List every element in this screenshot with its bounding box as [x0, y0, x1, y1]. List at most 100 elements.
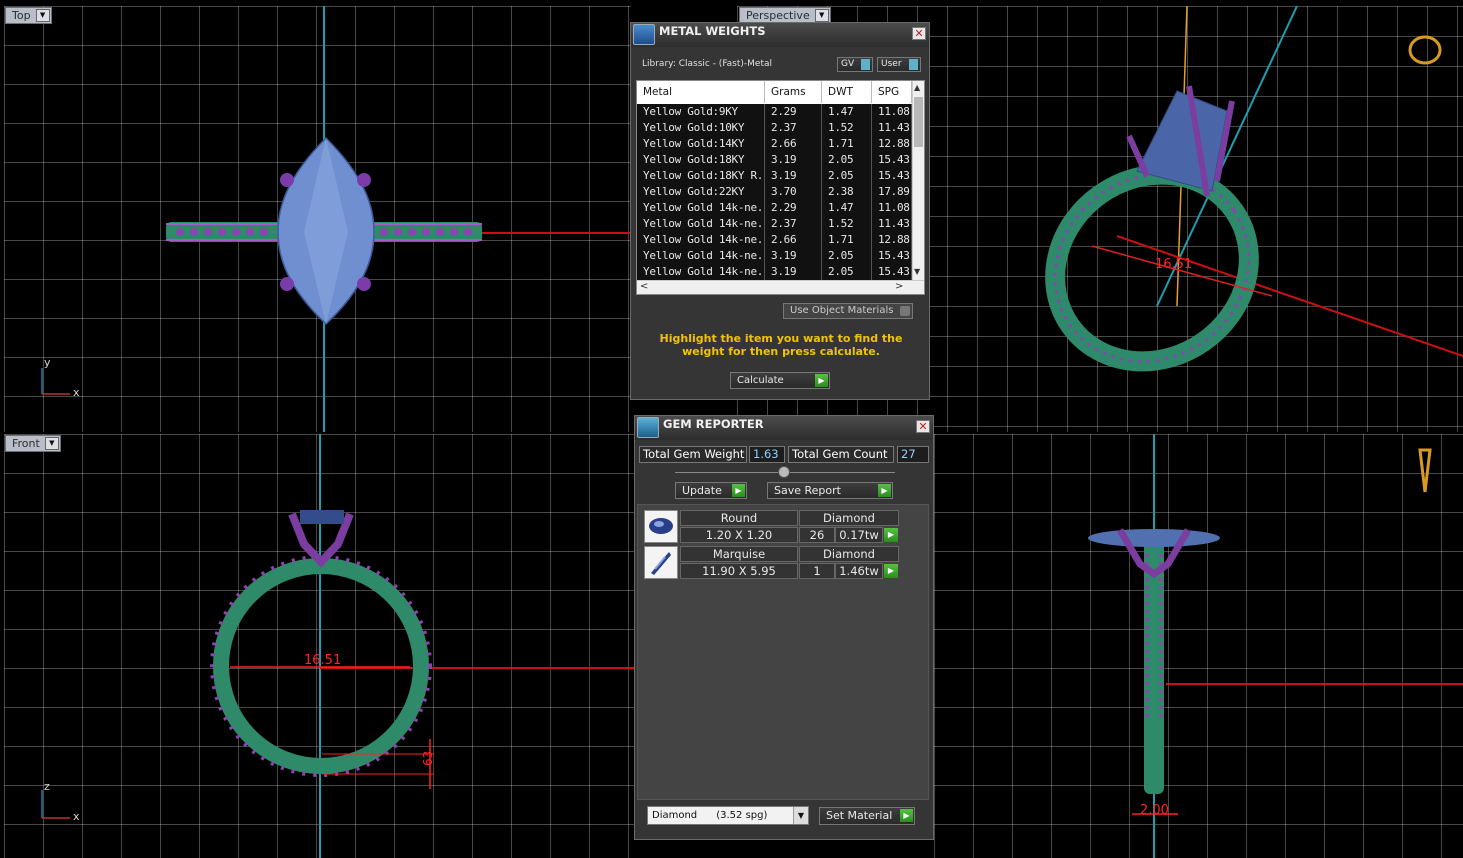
cell-spg: 11.43	[872, 120, 912, 136]
viewport-top[interactable]: y x Top ▼	[4, 6, 631, 432]
viewport-front[interactable]: 16.51 63 z x Front ▼	[4, 434, 634, 858]
right-view-model: 2.00	[1088, 434, 1463, 858]
cell-grams: 2.66	[765, 232, 822, 248]
cell-dwt: 1.47	[822, 200, 872, 216]
total-gem-weight-value: 1.63	[749, 446, 785, 463]
cell-spg: 11.08	[872, 200, 912, 216]
gem-reporter-titlebar[interactable]: GEM REPORTER ✕	[635, 416, 933, 440]
cell-dwt: 1.71	[822, 232, 872, 248]
round-gem-icon	[644, 510, 678, 543]
gv-label: GV	[841, 59, 855, 69]
chevron-down-icon[interactable]: ▼	[35, 9, 50, 22]
gem-list[interactable]: Round Diamond 1.20 X 1.20 26 0.17tw ▶ Marquise…	[637, 504, 929, 800]
cell-grams: 2.29	[765, 200, 822, 216]
table-row[interactable]: Yellow Gold:14KY 2.66 1.71 12.88	[637, 136, 912, 152]
chevron-down-icon[interactable]: ▼	[814, 9, 829, 22]
table-row[interactable]: Yellow Gold:22KY 3.70 2.38 17.89	[637, 184, 912, 200]
gem-weight: 0.17tw	[835, 527, 883, 543]
col-grams[interactable]: Grams	[765, 81, 822, 103]
cell-metal: Yellow Gold 14k-ne...	[637, 264, 765, 280]
total-gem-weight-text: Total Gem Weight	[643, 447, 745, 461]
cell-metal: Yellow Gold:22KY	[637, 184, 765, 200]
cell-metal: Yellow Gold:14KY	[637, 136, 765, 152]
play-icon[interactable]: ▶	[884, 528, 898, 542]
table-row[interactable]: Yellow Gold 14k-ne... 3.19 2.05 15.43	[637, 264, 912, 280]
table-row[interactable]: Yellow Gold 14k-ne... 2.66 1.71 12.88	[637, 232, 912, 248]
chevron-down-icon[interactable]: ▼	[44, 437, 59, 450]
gem-reporter-icon	[637, 417, 659, 438]
material-select[interactable]: Diamond (3.52 spg) ▼	[647, 806, 809, 825]
save-report-label: Save Report	[774, 484, 841, 497]
axis-x-label: x	[73, 810, 80, 823]
close-icon[interactable]: ✕	[912, 27, 926, 40]
scroll-right-icon[interactable]: >	[895, 281, 903, 292]
user-toggle[interactable]: User	[877, 57, 921, 72]
calculate-button[interactable]: Calculate ▶	[730, 372, 830, 389]
axis-z-label: z	[44, 780, 50, 793]
metal-weights-icon	[633, 24, 655, 45]
viewport-top-label[interactable]: Top ▼	[5, 7, 52, 24]
gem-shape: Round	[680, 510, 798, 526]
cell-grams: 2.29	[765, 104, 822, 120]
cell-dwt: 1.47	[822, 104, 872, 120]
viewport-top-label-text: Top	[12, 9, 31, 22]
scroll-up-icon[interactable]: ▲	[914, 83, 920, 92]
cell-dwt: 2.05	[822, 152, 872, 168]
splitter-handle-icon[interactable]	[778, 466, 790, 478]
scroll-down-icon[interactable]: ▼	[914, 267, 920, 276]
total-gem-count-value: 27	[897, 446, 929, 463]
close-icon[interactable]: ✕	[916, 420, 930, 433]
cell-spg: 17.89	[872, 184, 912, 200]
cell-spg: 15.43	[872, 248, 912, 264]
cell-spg: 12.88	[872, 232, 912, 248]
update-button[interactable]: Update ▶	[675, 482, 747, 499]
cell-dwt: 1.52	[822, 216, 872, 232]
gem-row[interactable]: Round Diamond 1.20 X 1.20 26 0.17tw ▶	[642, 510, 904, 544]
viewport-perspective-label-text: Perspective	[746, 9, 810, 22]
metal-vscrollbar[interactable]: ▲ ▼	[912, 81, 924, 280]
cell-grams: 3.19	[765, 264, 822, 280]
set-material-button[interactable]: Set Material ▶	[819, 807, 915, 825]
gem-count: 1	[799, 563, 835, 579]
table-row[interactable]: Yellow Gold:18KY R... 3.19 2.05 15.43	[637, 168, 912, 184]
user-label: User	[881, 59, 902, 69]
table-row[interactable]: Yellow Gold 14k-ne... 3.19 2.05 15.43	[637, 248, 912, 264]
play-icon: ▶	[815, 374, 828, 387]
viewport-front-label[interactable]: Front ▼	[5, 435, 61, 452]
gem-size: 1.20 X 1.20	[680, 527, 798, 543]
metal-table[interactable]: Metal Grams DWT SPG Yellow Gold:9KY 2.29 1…	[636, 80, 925, 295]
col-dwt[interactable]: DWT	[822, 81, 872, 103]
viewport-right[interactable]: 2.00	[934, 434, 1463, 858]
scroll-thumb[interactable]	[914, 97, 923, 147]
front-dimension-text: 16.51	[304, 653, 341, 668]
play-icon: ▶	[732, 484, 745, 497]
cell-spg: 15.43	[872, 152, 912, 168]
table-row[interactable]: Yellow Gold:9KY 2.29 1.47 11.08	[637, 104, 912, 120]
use-object-materials-toggle[interactable]: Use Object Materials	[783, 303, 913, 319]
table-row[interactable]: Yellow Gold 14k-ne... 2.29 1.47 11.08	[637, 200, 912, 216]
col-metal[interactable]: Metal	[637, 81, 765, 103]
cell-dwt: 1.52	[822, 120, 872, 136]
cell-grams: 3.19	[765, 152, 822, 168]
gem-row[interactable]: Marquise Diamond 11.90 X 5.95 1 1.46tw ▶	[642, 546, 904, 580]
metal-weights-titlebar[interactable]: METAL WEIGHTS ✕	[631, 23, 929, 47]
gv-toggle[interactable]: GV	[837, 57, 873, 72]
metal-hscrollbar[interactable]: < >	[637, 280, 924, 294]
chevron-down-icon[interactable]: ▼	[793, 807, 808, 824]
scroll-left-icon[interactable]: <	[640, 281, 648, 292]
table-row[interactable]: Yellow Gold 14k-ne... 2.37 1.52 11.43	[637, 216, 912, 232]
cell-grams: 2.37	[765, 120, 822, 136]
total-gem-weight-number: 1.63	[753, 447, 779, 461]
gem-reporter-panel: GEM REPORTER ✕ Total Gem Weight 1.63 Tot…	[634, 415, 934, 840]
gem-count: 26	[799, 527, 835, 543]
table-row[interactable]: Yellow Gold:18KY 3.19 2.05 15.43	[637, 152, 912, 168]
table-row[interactable]: Yellow Gold:10KY 2.37 1.52 11.43	[637, 120, 912, 136]
right-dimension-text: 2.00	[1140, 803, 1169, 818]
play-icon[interactable]: ▶	[884, 564, 898, 578]
col-spg[interactable]: SPG	[872, 81, 912, 103]
cell-spg: 15.43	[872, 168, 912, 184]
cell-grams: 3.19	[765, 168, 822, 184]
save-report-button[interactable]: Save Report ▶	[767, 482, 893, 499]
gem-material: Diamond	[799, 510, 899, 526]
cell-spg: 11.43	[872, 216, 912, 232]
